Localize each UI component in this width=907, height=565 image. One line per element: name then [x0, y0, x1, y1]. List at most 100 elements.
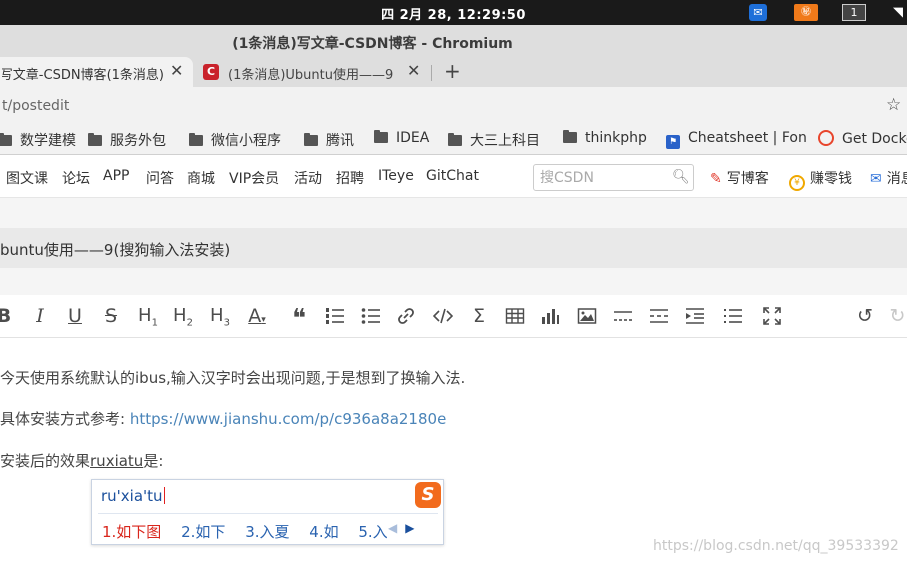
bookmark-thinkphp[interactable]: thinkphp — [563, 130, 647, 146]
system-top-bar: 四 2月 28, 12:29:50 ✉ ㊙ 1 ◥ — [0, 0, 907, 25]
wifi-icon[interactable]: ◥ — [893, 4, 907, 21]
font-color-icon[interactable]: A▾ — [245, 304, 269, 328]
nav-item-app[interactable]: APP — [103, 168, 129, 184]
tab-label: (1条消息)写文章-CSDN博客 — [2, 68, 164, 83]
heading3-icon[interactable]: H3 — [208, 304, 232, 329]
address-bar: t/postedit ☆ — [0, 87, 907, 125]
bookmark-math-modeling[interactable]: 数学建模 — [0, 130, 76, 150]
reference-link[interactable]: https://www.jianshu.com/p/c936a8a2180e — [130, 410, 446, 428]
ime-candidate-image: ru'xia'tu S 1.如下图 2.如下 3.入夏 4.如 5.入 ◀ ▶ — [91, 479, 444, 545]
write-blog-button[interactable]: ✎ 写博客 — [710, 168, 769, 188]
docker-icon — [818, 130, 834, 146]
unordered-list-icon[interactable] — [359, 304, 383, 328]
nav-item-iteye[interactable]: ITeye — [378, 168, 414, 184]
paragraph-1: 今天使用系统默认的ibus,输入汉字时会出现问题,于是想到了换输入法. — [0, 369, 466, 387]
folder-icon — [88, 133, 102, 146]
editor-toolbar: B I U S H1 H2 H3 A▾ ❝ Σ ↺ ↻ — [0, 295, 907, 338]
folder-icon — [0, 133, 12, 146]
tab-strip: (1条消息)写文章-CSDN博客 ✕ C (1条消息)Ubuntu使用——9 ✕… — [0, 57, 907, 87]
sogou-logo-icon: S — [415, 482, 441, 508]
flag-icon: ⚑ — [666, 135, 680, 149]
folder-icon — [189, 133, 203, 146]
toc-icon[interactable] — [721, 304, 745, 328]
tab-close-icon[interactable]: ✕ — [407, 61, 420, 80]
ime-page-arrows: ◀ ▶ — [388, 521, 414, 535]
image-icon[interactable] — [575, 304, 599, 328]
folder-icon — [374, 130, 388, 143]
paragraph-3: 安装后的效果ruxiatu是: — [0, 452, 164, 470]
folder-icon — [304, 133, 318, 146]
bookmark-mini-program[interactable]: 微信小程序 — [189, 130, 281, 150]
system-clock[interactable]: 四 2月 28, 12:29:50 — [0, 4, 907, 23]
tab-ubuntu-article[interactable]: C (1条消息)Ubuntu使用——9 ✕ — [196, 57, 431, 87]
bookmark-courses[interactable]: 大三上科目 — [448, 130, 540, 150]
formula-icon[interactable]: Σ — [467, 304, 491, 328]
nav-item-shop[interactable]: 商城 — [187, 168, 215, 188]
tab-close-icon[interactable]: ✕ — [170, 61, 183, 80]
nav-item-events[interactable]: 活动 — [294, 168, 322, 188]
nav-item-vip[interactable]: VIP会员 — [229, 168, 279, 188]
coin-icon: ¥ — [789, 175, 805, 191]
sogou-tray-icon[interactable]: ㊙ — [794, 4, 818, 21]
messages-button[interactable]: ✉消息 — [870, 168, 907, 188]
watermark: https://blog.csdn.net/qq_39533392 — [653, 538, 899, 554]
bookmark-outsourcing[interactable]: 服务外包 — [88, 130, 166, 150]
table-icon[interactable] — [503, 304, 527, 328]
ime-candidates: 1.如下图 2.如下 3.入夏 4.如 5.入 — [102, 521, 403, 542]
link-icon[interactable] — [394, 304, 418, 328]
tab-separator — [431, 65, 432, 81]
bookmark-get-docker[interactable]: Get Docker — [818, 130, 907, 147]
folder-icon — [448, 133, 462, 146]
window-title: (1条消息)写文章-CSDN博客 - Chromium — [232, 36, 513, 52]
editor-top-spacer — [0, 198, 907, 228]
csdn-favicon-icon: C — [203, 64, 219, 80]
editor-spacer — [0, 268, 907, 295]
tab-write-article[interactable]: (1条消息)写文章-CSDN博客 ✕ — [0, 57, 193, 87]
nav-item-jobs[interactable]: 招聘 — [336, 168, 364, 188]
bookmark-idea[interactable]: IDEA — [374, 130, 429, 146]
bookmark-tencent[interactable]: 腾讯 — [304, 130, 354, 150]
nav-item-forum[interactable]: 论坛 — [62, 168, 90, 188]
tab-label: (1条消息)Ubuntu使用——9 — [228, 68, 394, 83]
earn-money-button[interactable]: ¥ 赚零钱 — [789, 168, 852, 191]
quote-icon[interactable]: ❝ — [287, 304, 311, 334]
heading1-icon[interactable]: H1 — [136, 304, 160, 329]
csdn-nav-bar: 图文课 论坛 APP 问答 商城 VIP会员 活动 招聘 ITeye GitCh… — [0, 156, 907, 198]
search-input[interactable] — [540, 169, 665, 187]
csdn-search-box: 🔍︎ — [533, 164, 694, 191]
ime-candidate: 5.入 — [358, 523, 388, 541]
pen-icon: ✎ — [710, 171, 722, 187]
ime-composition: ru'xia'tu — [101, 487, 165, 505]
workspace-indicator[interactable]: 1 — [842, 4, 866, 21]
divider-icon[interactable] — [611, 304, 635, 328]
undo-icon[interactable]: ↺ — [853, 304, 877, 328]
new-tab-button[interactable]: + — [444, 59, 461, 83]
bookmark-cheatsheet[interactable]: ⚑ Cheatsheet | Fon — [666, 130, 807, 149]
nav-item-gitchat[interactable]: GitChat — [426, 168, 479, 184]
strikethrough-icon[interactable]: S — [99, 304, 123, 328]
folder-icon — [563, 130, 577, 143]
bold-icon[interactable]: B — [0, 304, 16, 328]
url-text[interactable]: t/postedit — [2, 98, 69, 114]
article-title-input[interactable]: buntu使用——9(搜狗输入法安装) — [0, 239, 230, 260]
ime-candidate: 2.如下 — [181, 523, 226, 541]
window-title-bar: (1条消息)写文章-CSDN博客 - Chromium — [0, 25, 907, 57]
more-icon[interactable] — [647, 304, 671, 328]
fullscreen-icon[interactable] — [760, 304, 784, 328]
chart-icon[interactable] — [538, 304, 562, 328]
input-method-tray-icon[interactable]: ✉ — [749, 4, 767, 21]
bookmark-star-icon[interactable]: ☆ — [886, 95, 901, 115]
nav-item-qa[interactable]: 问答 — [146, 168, 174, 188]
indent-icon[interactable] — [683, 304, 707, 328]
underline-icon[interactable]: U — [63, 304, 87, 328]
search-icon[interactable]: 🔍︎ — [672, 169, 690, 185]
arrow-right-icon: ▶ — [405, 521, 415, 535]
ime-candidate: 3.入夏 — [245, 523, 290, 541]
redo-icon[interactable]: ↻ — [888, 304, 907, 328]
ime-candidate: 4.如 — [309, 523, 339, 541]
code-icon[interactable] — [431, 304, 455, 328]
ordered-list-icon[interactable] — [323, 304, 347, 328]
heading2-icon[interactable]: H2 — [171, 304, 195, 329]
italic-icon[interactable]: I — [28, 304, 52, 328]
nav-item-courses[interactable]: 图文课 — [6, 168, 48, 188]
